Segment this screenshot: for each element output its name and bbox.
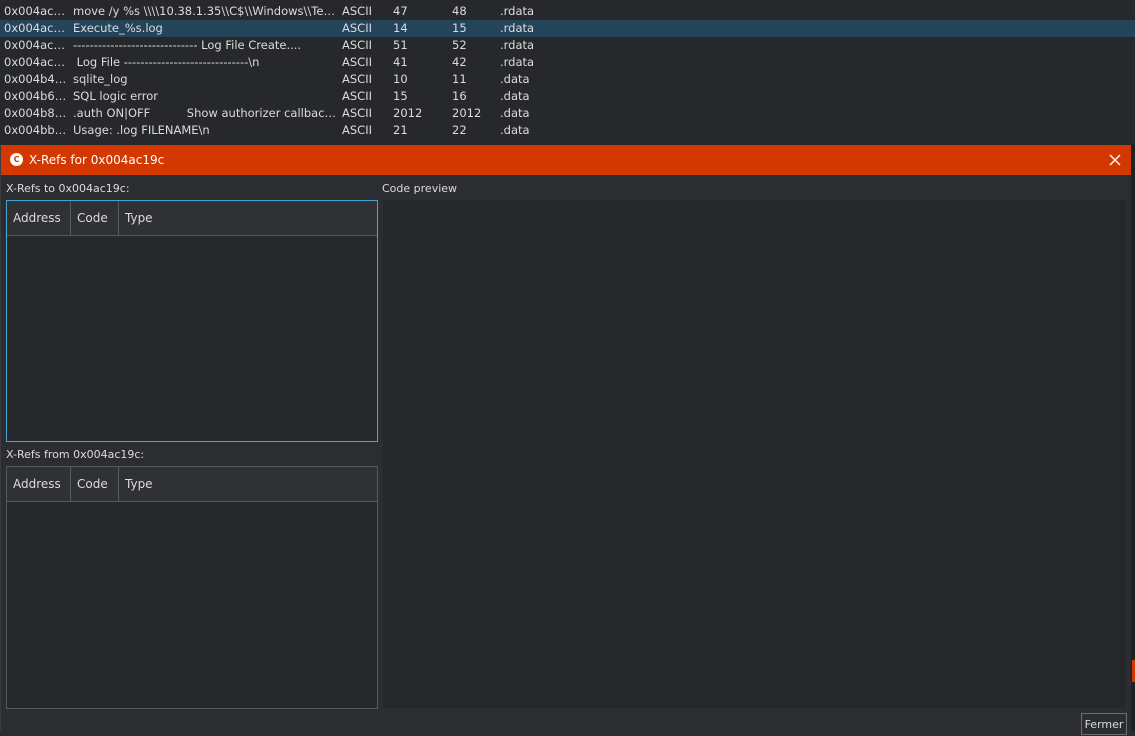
- column-header-address[interactable]: Address: [7, 201, 71, 235]
- xrefs-to-table[interactable]: Address Code Type: [6, 200, 378, 442]
- cell-address: 0x004bb898: [4, 123, 70, 137]
- close-icon[interactable]: [1104, 149, 1126, 171]
- cell-size: 22: [452, 123, 467, 137]
- table-row[interactable]: 0x004ac19c Execute_%s.log ASCII 14 15 .rdata: [0, 20, 1135, 37]
- table-row[interactable]: 0x004b400c sqlite_log ASCII 10 11 .data: [0, 71, 1135, 88]
- cell-section: .data: [500, 123, 530, 137]
- cell-length: 47: [393, 4, 408, 18]
- cell-length: 14: [393, 21, 408, 35]
- table-row[interactable]: 0x004bb898 Usage: .log FILENAME\n ASCII 21 2…: [0, 122, 1135, 139]
- dialog-title: X-Refs for 0x004ac19c: [29, 153, 165, 167]
- column-header-code[interactable]: Code: [71, 467, 119, 501]
- cell-string: move /y %s \\\\10.38.1.35\\C$\\Windows\\…: [73, 4, 338, 18]
- table-row[interactable]: 0x004ac0d4 move /y %s \\\\10.38.1.35\\C$\…: [0, 3, 1135, 20]
- close-button[interactable]: Fermer: [1081, 713, 1127, 735]
- cell-string: Execute_%s.log: [73, 21, 163, 35]
- cell-type: ASCII: [342, 123, 372, 137]
- cell-length: 10: [393, 72, 408, 86]
- xrefs-from-label: X-Refs from 0x004ac19c:: [6, 448, 145, 461]
- cell-section: .rdata: [500, 38, 535, 52]
- cell-section: .rdata: [500, 4, 535, 18]
- cell-type: ASCII: [342, 21, 372, 35]
- cell-size: 52: [452, 38, 467, 52]
- table-row[interactable]: 0x004ac1b0 ------------------------------…: [0, 37, 1135, 54]
- cell-type: ASCII: [342, 38, 372, 52]
- code-preview-panel[interactable]: [383, 200, 1126, 708]
- cell-type: ASCII: [342, 106, 372, 120]
- table-row[interactable]: 0x004ac1e4 Log File --------------------…: [0, 54, 1135, 71]
- column-header-type[interactable]: Type: [119, 467, 377, 501]
- table-row[interactable]: 0x004b8bb0 .auth ON|OFF Show authorizer c…: [0, 105, 1135, 122]
- cell-address: 0x004ac1b0: [4, 38, 70, 52]
- cell-string: SQL logic error: [73, 89, 158, 103]
- cell-string: sqlite_log: [73, 72, 128, 86]
- dialog-titlebar[interactable]: C X-Refs for 0x004ac19c: [1, 145, 1132, 175]
- cell-type: ASCII: [342, 89, 372, 103]
- cell-address: 0x004ac0d4: [4, 4, 70, 18]
- cell-address: 0x004ac1e4: [4, 55, 70, 69]
- cell-address: 0x004b8bb0: [4, 106, 70, 120]
- table-header: Address Code Type: [7, 467, 377, 502]
- column-header-code[interactable]: Code: [71, 201, 119, 235]
- cell-section: .data: [500, 106, 530, 120]
- xrefs-dialog: C X-Refs for 0x004ac19c X-Refs to 0x004a…: [0, 145, 1132, 735]
- cell-size: 2012: [452, 106, 482, 120]
- cell-length: 51: [393, 38, 408, 52]
- table-header: Address Code Type: [7, 201, 377, 236]
- table-row[interactable]: 0x004b6474 SQL logic error ASCII 15 16 .data: [0, 88, 1135, 105]
- cell-length: 41: [393, 55, 408, 69]
- xrefs-to-label: X-Refs to 0x004ac19c:: [6, 182, 130, 195]
- cell-size: 11: [452, 72, 467, 86]
- strings-table: 0x004ac0d4 move /y %s \\\\10.38.1.35\\C$\…: [0, 0, 1135, 145]
- cell-length: 2012: [393, 106, 423, 120]
- cell-size: 48: [452, 4, 467, 18]
- cell-string: ------------------------------ Log File …: [73, 38, 302, 52]
- cell-type: ASCII: [342, 4, 372, 18]
- cell-section: .data: [500, 89, 530, 103]
- cell-string: Usage: .log FILENAME\n: [73, 123, 210, 137]
- cell-section: .data: [500, 72, 530, 86]
- cell-size: 16: [452, 89, 467, 103]
- column-header-address[interactable]: Address: [7, 467, 71, 501]
- cell-length: 15: [393, 89, 408, 103]
- cell-address: 0x004ac19c: [4, 21, 70, 35]
- cell-size: 42: [452, 55, 467, 69]
- xrefs-from-table[interactable]: Address Code Type: [6, 466, 378, 709]
- cell-string: Log File ------------------------------\…: [73, 55, 260, 69]
- cell-length: 21: [393, 123, 408, 137]
- window-edge: [1131, 145, 1135, 731]
- column-header-type[interactable]: Type: [119, 201, 377, 235]
- cell-address: 0x004b6474: [4, 89, 70, 103]
- cell-address: 0x004b400c: [4, 72, 70, 86]
- cutter-logo-icon: C: [10, 153, 23, 166]
- cell-type: ASCII: [342, 72, 372, 86]
- cell-string: .auth ON|OFF Show authorizer callbacks\n…: [73, 106, 338, 120]
- cell-type: ASCII: [342, 55, 372, 69]
- cell-section: .rdata: [500, 21, 535, 35]
- code-preview-label: Code preview: [382, 182, 458, 195]
- cell-section: .rdata: [500, 55, 535, 69]
- cell-size: 15: [452, 21, 467, 35]
